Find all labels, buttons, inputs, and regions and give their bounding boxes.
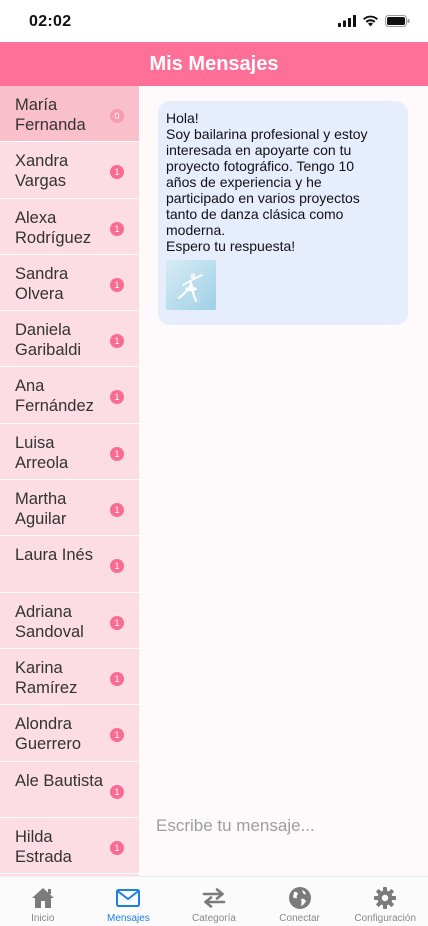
app-header: Mis Mensajes <box>0 42 428 86</box>
unread-badge: 1 <box>110 221 124 236</box>
message-line: participado en varios proyectos <box>166 190 360 206</box>
gear-icon <box>372 885 398 911</box>
unread-badge: 1 <box>110 503 124 518</box>
tab-conectar[interactable]: Conectar <box>257 877 343 926</box>
contact-name: Ana Fernández <box>15 377 94 416</box>
unread-badge: 1 <box>110 728 124 743</box>
message-composer <box>139 806 428 846</box>
unread-badge: 1 <box>110 446 124 461</box>
page-title: Mis Mensajes <box>149 52 279 75</box>
wifi-icon <box>363 15 378 27</box>
contact-item[interactable]: Martha Aguilar 1 <box>0 480 139 537</box>
contact-item[interactable]: Adriana Sandoval 1 <box>0 593 139 649</box>
contact-item[interactable]: Ale Bautista 1 <box>0 762 139 818</box>
tab-categoria[interactable]: Categoría <box>171 877 257 926</box>
contact-name: Alondra Guerrero <box>15 715 82 754</box>
status-bar: 02:02 <box>0 0 428 42</box>
signal-icon <box>338 15 356 27</box>
unread-badge: 1 <box>110 840 124 855</box>
message-line: interesada en apoyarte con tu <box>166 142 352 158</box>
contact-name: Daniela Garibaldi <box>15 321 82 360</box>
message-text: Hola! Soy bailarina profesional y estoy in… <box>166 110 400 254</box>
contact-name: Ale Bautista <box>15 771 104 790</box>
tab-label: Inicio <box>31 913 55 924</box>
message-line: Espero tu respuesta! <box>166 238 296 254</box>
unread-badge: 1 <box>110 334 124 349</box>
tab-label: Categoría <box>192 913 236 924</box>
tab-bar: Inicio Mensajes Categoría Conectar Confi… <box>0 876 428 926</box>
tab-label: Conectar <box>279 913 320 924</box>
unread-badge: 1 <box>110 277 124 292</box>
swap-arrows-icon <box>201 885 227 911</box>
battery-icon <box>385 15 410 27</box>
message-line: Hola! <box>166 110 199 126</box>
globe-icon <box>287 885 313 911</box>
dancer-photo-attachment[interactable] <box>166 260 216 310</box>
message-line: Soy bailarina profesional y estoy <box>166 126 368 142</box>
message-bubble: Hola! Soy bailarina profesional y estoy in… <box>158 101 408 325</box>
contact-name: Karina Ramírez <box>15 658 78 697</box>
contact-item[interactable]: Sandra Olvera 1 <box>0 255 139 312</box>
tab-configuracion[interactable]: Configuración <box>342 877 428 926</box>
contact-name: María Fernanda <box>15 96 86 134</box>
contact-item[interactable]: Hilda Estrada 1 <box>0 818 139 875</box>
contact-item[interactable]: Xandra Vargas 1 <box>0 142 139 199</box>
tab-label: Configuración <box>354 913 417 924</box>
contact-item[interactable]: Karina Ramírez 1 <box>0 649 139 706</box>
status-time: 02:02 <box>29 13 72 30</box>
contact-item[interactable]: Daniela Garibaldi 1 <box>0 311 139 368</box>
message-line: proyecto fotográfico. Tengo 10 <box>166 158 355 174</box>
status-icons <box>338 15 410 27</box>
unread-badge: 1 <box>110 559 124 574</box>
contact-item[interactable]: Ana Fernández 1 <box>0 367 139 424</box>
contact-name: Adriana Sandoval <box>15 602 84 641</box>
contact-name: Sandra Olvera <box>15 264 69 303</box>
message-input[interactable] <box>139 806 428 846</box>
contacts-sidebar[interactable]: María Fernanda 0 Xandra Vargas 1 Alexa Rodrí… <box>0 86 139 876</box>
unread-badge: 0 <box>110 109 124 123</box>
contact-name: Alexa Rodríguez <box>15 208 92 247</box>
contact-item[interactable]: Laura Inés 1 <box>0 536 139 593</box>
mail-icon <box>115 885 141 911</box>
contact-name: Xandra Vargas <box>15 152 69 191</box>
message-line: tanto de danza clásica como <box>166 206 344 222</box>
contact-name: Hilda Estrada <box>15 827 72 866</box>
contact-name: Martha Aguilar <box>15 490 67 529</box>
tab-mensajes[interactable]: Mensajes <box>86 877 172 926</box>
unread-badge: 1 <box>110 390 124 405</box>
unread-badge: 1 <box>110 165 124 180</box>
unread-badge: 1 <box>110 671 124 686</box>
tab-inicio[interactable]: Inicio <box>0 877 86 926</box>
unread-badge: 1 <box>110 615 124 630</box>
contact-item[interactable]: Alexa Rodríguez 1 <box>0 199 139 255</box>
contact-name: Luisa Arreola <box>15 433 69 472</box>
contact-item[interactable]: María Fernanda 0 <box>0 86 139 143</box>
chat-area: Hola! Soy bailarina profesional y estoy in… <box>139 86 428 876</box>
contact-item[interactable]: Alondra Guerrero 1 <box>0 705 139 762</box>
contact-name: Laura Inés <box>15 546 93 565</box>
tab-label: Mensajes <box>106 913 150 924</box>
message-line: años de experiencia y he <box>166 174 322 190</box>
unread-badge: 1 <box>110 784 124 799</box>
contact-item[interactable]: Luisa Arreola 1 <box>0 424 139 481</box>
home-icon <box>30 885 56 911</box>
message-line: moderna. <box>166 222 226 238</box>
